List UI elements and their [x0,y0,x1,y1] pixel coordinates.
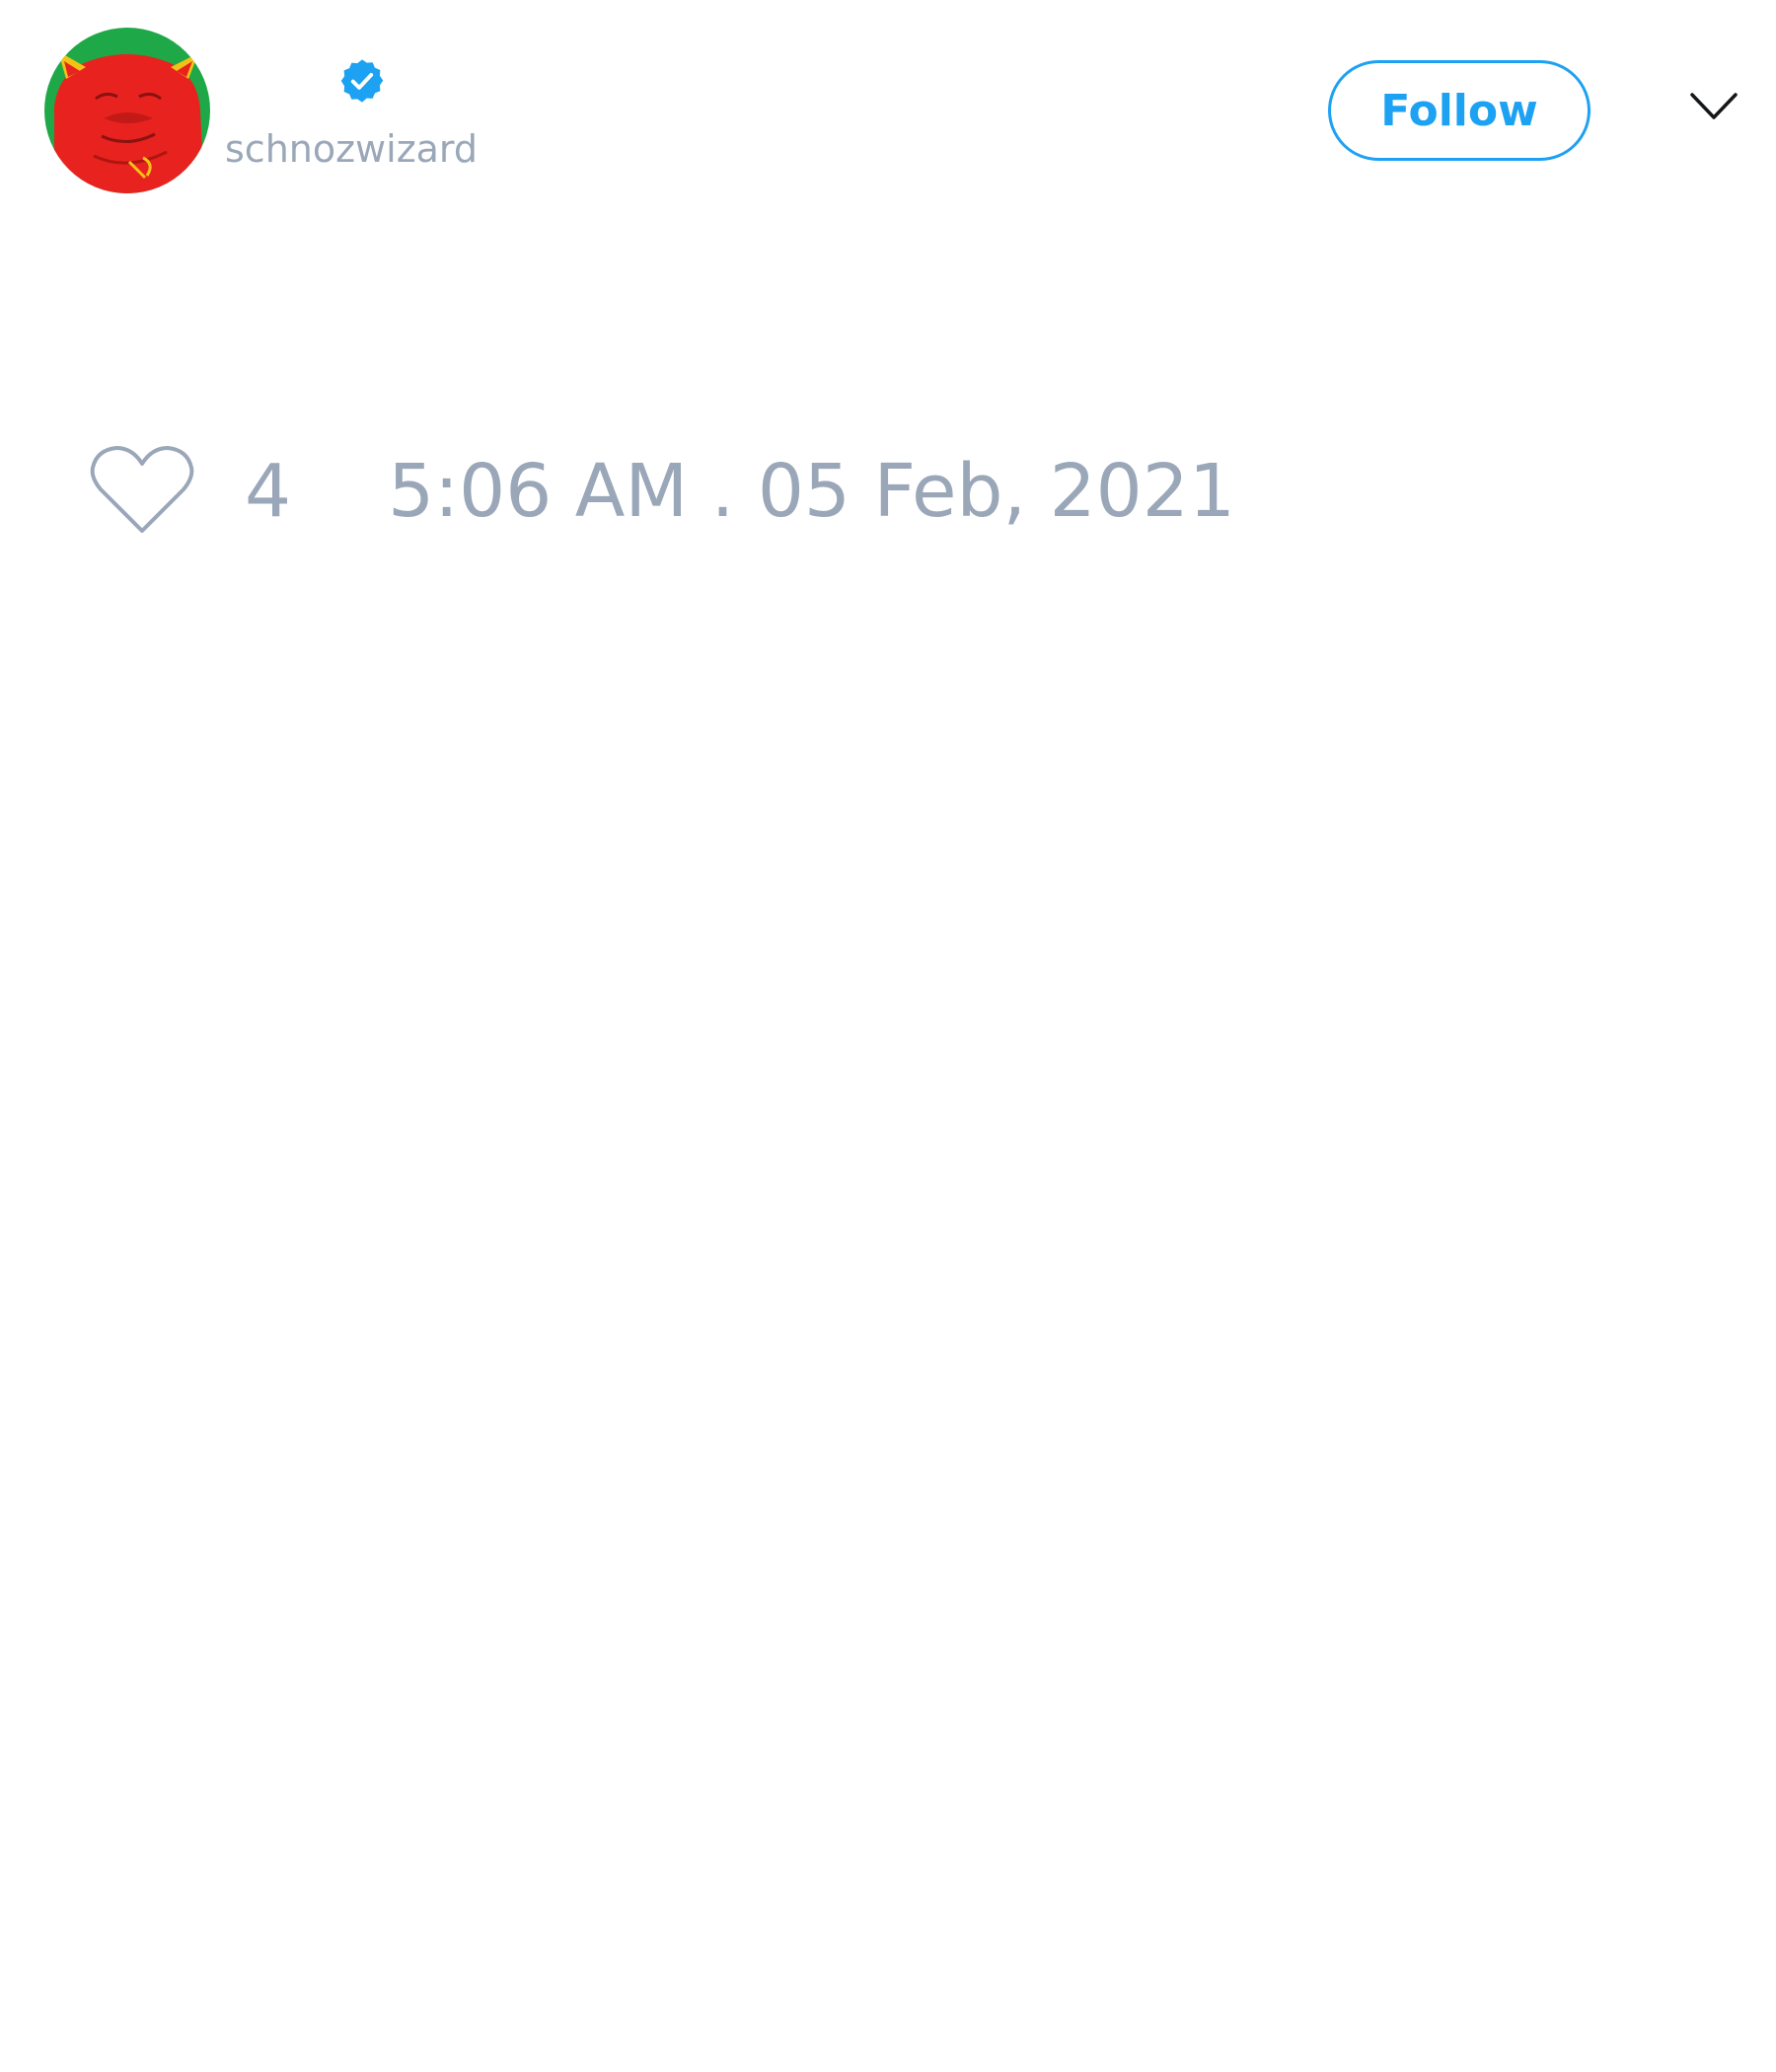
red-creature-avatar-icon [44,28,210,193]
chevron-down-icon[interactable] [1689,91,1739,122]
tweet-stats-row: 4 5:06 AM . 05 Feb, 2021 [89,442,1235,541]
avatar[interactable] [44,28,210,193]
like-count: 4 [245,449,292,534]
follow-button[interactable]: Follow [1328,60,1591,161]
heart-outline-icon[interactable] [89,444,195,539]
display-name-row [225,51,387,111]
username[interactable]: schnozwizard [225,124,478,174]
verified-badge-icon [340,59,384,103]
tweet-card: schnozwizard Follow 4 5:06 AM . 05 Feb, … [0,0,1776,2072]
tweet-timestamp[interactable]: 5:06 AM . 05 Feb, 2021 [388,442,1235,541]
